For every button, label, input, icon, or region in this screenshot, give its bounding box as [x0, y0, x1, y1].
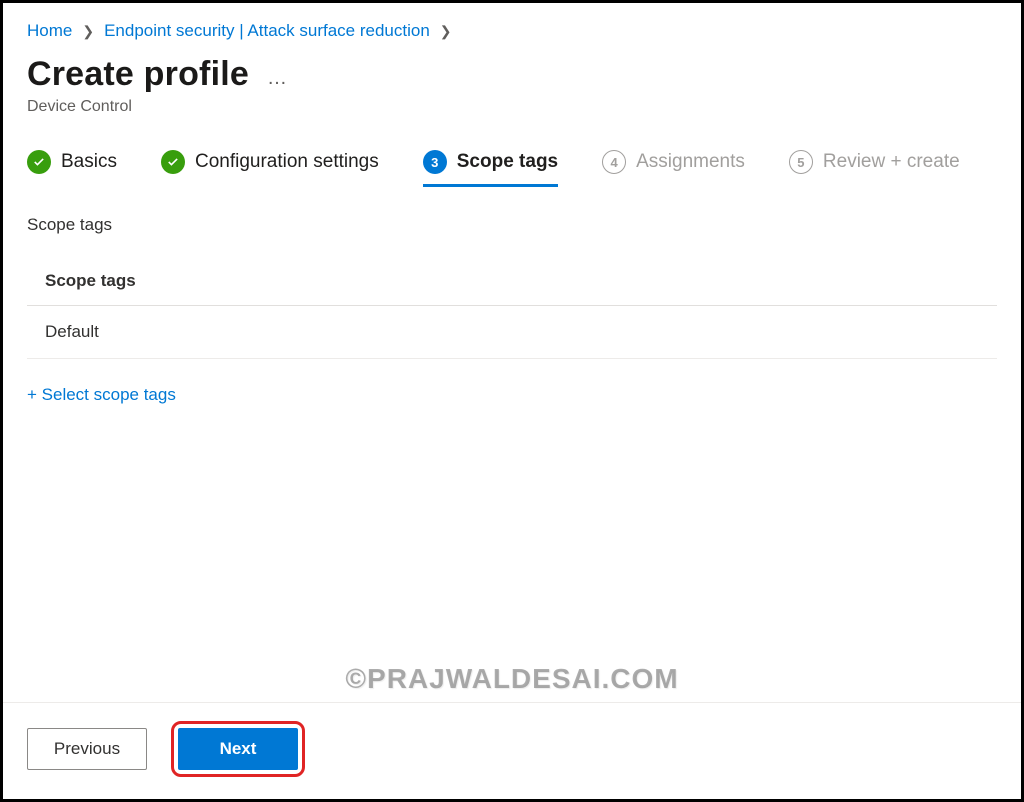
step-scope-tags[interactable]: 3 Scope tags: [423, 150, 558, 187]
section-heading: Scope tags: [27, 215, 997, 235]
step-number-badge: 4: [602, 150, 626, 174]
wizard-stepper: Basics Configuration settings 3 Scope ta…: [27, 150, 997, 187]
previous-button[interactable]: Previous: [27, 728, 147, 770]
check-icon: [161, 150, 185, 174]
page-title: Create profile: [27, 55, 249, 94]
breadcrumb: Home ❯ Endpoint security | Attack surfac…: [27, 21, 997, 41]
wizard-footer: Previous Next: [3, 702, 1021, 799]
breadcrumb-home[interactable]: Home: [27, 21, 72, 41]
step-label: Configuration settings: [195, 151, 379, 173]
breadcrumb-section[interactable]: Endpoint security | Attack surface reduc…: [104, 21, 430, 41]
check-icon: [27, 150, 51, 174]
more-actions-icon[interactable]: …: [267, 67, 289, 90]
step-review-create[interactable]: 5 Review + create: [789, 150, 960, 187]
page-subtitle: Device Control: [27, 98, 997, 116]
step-assignments[interactable]: 4 Assignments: [602, 150, 745, 187]
table-column-header: Scope tags: [27, 271, 997, 306]
step-number-badge: 5: [789, 150, 813, 174]
step-label: Assignments: [636, 151, 745, 173]
chevron-right-icon: ❯: [440, 23, 452, 40]
step-number-badge: 3: [423, 150, 447, 174]
highlight-annotation: Next: [171, 721, 305, 777]
select-scope-tags-link[interactable]: + Select scope tags: [27, 385, 997, 405]
step-label: Scope tags: [457, 151, 558, 173]
table-row: Default: [27, 306, 997, 359]
step-configuration-settings[interactable]: Configuration settings: [161, 150, 379, 187]
step-basics[interactable]: Basics: [27, 150, 117, 187]
next-button[interactable]: Next: [178, 728, 298, 770]
step-label: Review + create: [823, 151, 960, 173]
chevron-right-icon: ❯: [82, 23, 94, 40]
step-label: Basics: [61, 151, 117, 173]
scope-tags-table: Scope tags Default: [27, 271, 997, 359]
watermark-text: ©PRAJWALDESAI.COM: [345, 663, 678, 695]
